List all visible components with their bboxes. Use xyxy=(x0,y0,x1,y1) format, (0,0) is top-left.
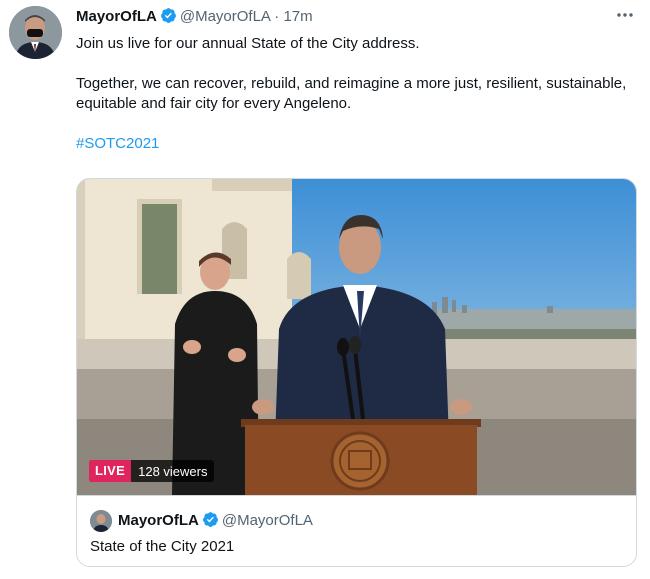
live-broadcast-card[interactable]: LIVE 128 viewers MayorOfLA @MayorOfLA Sta… xyxy=(76,178,637,567)
tweet-header: MayorOfLA @MayorOfLA · 17m xyxy=(76,7,313,27)
live-label: LIVE xyxy=(89,460,132,482)
author-handle[interactable]: @MayorOfLA xyxy=(180,8,270,25)
tweet-timestamp[interactable]: 17m xyxy=(283,8,312,25)
broadcast-author-avatar xyxy=(90,510,112,532)
author-avatar[interactable] xyxy=(9,6,62,59)
viewer-count: 128 viewers xyxy=(138,463,208,479)
broadcast-author: MayorOfLA @MayorOfLA xyxy=(118,511,313,531)
separator: · xyxy=(274,8,280,25)
broadcast-title: State of the City 2021 xyxy=(90,538,235,555)
verified-badge-icon xyxy=(202,511,219,528)
tweet-paragraph-1: Join us live for our annual State of the… xyxy=(76,35,420,52)
broadcast-author-name: MayorOfLA xyxy=(118,512,199,529)
card-footer[interactable]: MayorOfLA @MayorOfLA State of the City 20… xyxy=(77,495,636,566)
broadcast-author-handle: @MayorOfLA xyxy=(221,512,313,529)
live-video-player[interactable]: LIVE 128 viewers xyxy=(77,179,636,495)
hashtag-link[interactable]: #SOTC2021 xyxy=(76,134,631,154)
author-name[interactable]: MayorOfLA xyxy=(76,8,157,25)
verified-badge-icon xyxy=(160,7,177,24)
tweet-paragraph-2: Together, we can recover, rebuild, and r… xyxy=(76,75,627,112)
tweet-text: Join us live for our annual State of the… xyxy=(76,34,631,154)
more-dots-icon[interactable] xyxy=(616,8,634,20)
live-viewers-badge: LIVE 128 viewers xyxy=(89,460,215,482)
